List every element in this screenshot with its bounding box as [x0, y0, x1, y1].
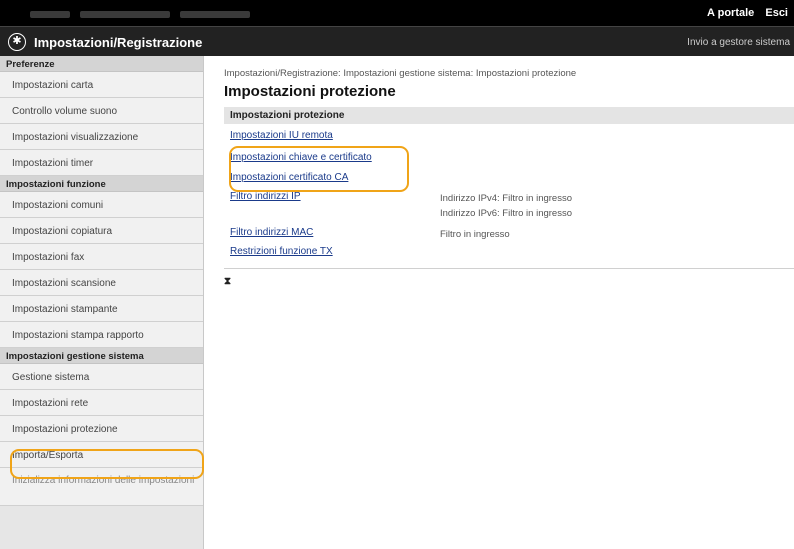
- link-ip-filter[interactable]: Filtro indirizzi IP: [230, 191, 301, 202]
- ip-filter-value-1: Indirizzo IPv4: Filtro in ingresso: [440, 193, 572, 204]
- sidebar-item-security[interactable]: Impostazioni protezione: [0, 416, 203, 442]
- sidebar-item-copy[interactable]: Impostazioni copiatura: [0, 218, 203, 244]
- sidebar-item-paper[interactable]: Impostazioni carta: [0, 72, 203, 98]
- device-name-placeholder: [30, 9, 300, 18]
- link-tx-restrictions[interactable]: Restrizioni funzione TX: [230, 246, 333, 257]
- sidebar-item-volume[interactable]: Controllo volume suono: [0, 98, 203, 124]
- sidebar-item-network[interactable]: Impostazioni rete: [0, 390, 203, 416]
- header-title: Impostazioni/Registrazione: [34, 35, 203, 50]
- sidebar: Preferenze Impostazioni carta Controllo …: [0, 56, 204, 549]
- sidebar-heading-system: Impostazioni gestione sistema: [0, 348, 203, 364]
- portal-link[interactable]: A portale: [707, 7, 754, 19]
- back-to-top-icon[interactable]: ⧗: [224, 276, 231, 287]
- sidebar-item-initialize[interactable]: Inizializza informazioni delle impostazi…: [0, 468, 203, 506]
- top-links: A portale Esci: [699, 7, 788, 19]
- sidebar-item-import-export[interactable]: Importa/Esporta: [0, 442, 203, 468]
- top-bar: A portale Esci: [0, 0, 794, 26]
- breadcrumb: Impostazioni/Registrazione: Impostazioni…: [224, 68, 577, 79]
- page-header: ✱ Impostazioni/Registrazione Invio a ges…: [0, 26, 794, 56]
- mac-filter-value: Filtro in ingresso: [440, 229, 510, 240]
- link-ca-certificate[interactable]: Impostazioni certificato CA: [230, 172, 348, 183]
- sidebar-item-report[interactable]: Impostazioni stampa rapporto: [0, 322, 203, 348]
- link-remote-ui[interactable]: Impostazioni IU remota: [230, 130, 333, 141]
- sidebar-item-system-management[interactable]: Gestione sistema: [0, 364, 203, 390]
- sidebar-item-printer[interactable]: Impostazioni stampante: [0, 296, 203, 322]
- ip-filter-value-2: Indirizzo IPv6: Filtro in ingresso: [440, 208, 572, 219]
- logout-link[interactable]: Esci: [765, 7, 788, 19]
- sidebar-item-common[interactable]: Impostazioni comuni: [0, 192, 203, 218]
- sidebar-item-fax[interactable]: Impostazioni fax: [0, 244, 203, 270]
- sidebar-heading-preferences: Preferenze: [0, 56, 203, 72]
- gear-icon: ✱: [8, 33, 26, 51]
- send-to-admin-link[interactable]: Invio a gestore sistema: [687, 37, 790, 48]
- link-key-certificate[interactable]: Impostazioni chiave e certificato: [230, 152, 372, 163]
- section-header: Impostazioni protezione: [224, 107, 794, 124]
- divider: [224, 268, 794, 269]
- sidebar-item-scan[interactable]: Impostazioni scansione: [0, 270, 203, 296]
- sidebar-item-timer[interactable]: Impostazioni timer: [0, 150, 203, 176]
- sidebar-heading-function: Impostazioni funzione: [0, 176, 203, 192]
- sidebar-item-display[interactable]: Impostazioni visualizzazione: [0, 124, 203, 150]
- page-title: Impostazioni protezione: [224, 83, 396, 100]
- link-mac-filter[interactable]: Filtro indirizzi MAC: [230, 227, 313, 238]
